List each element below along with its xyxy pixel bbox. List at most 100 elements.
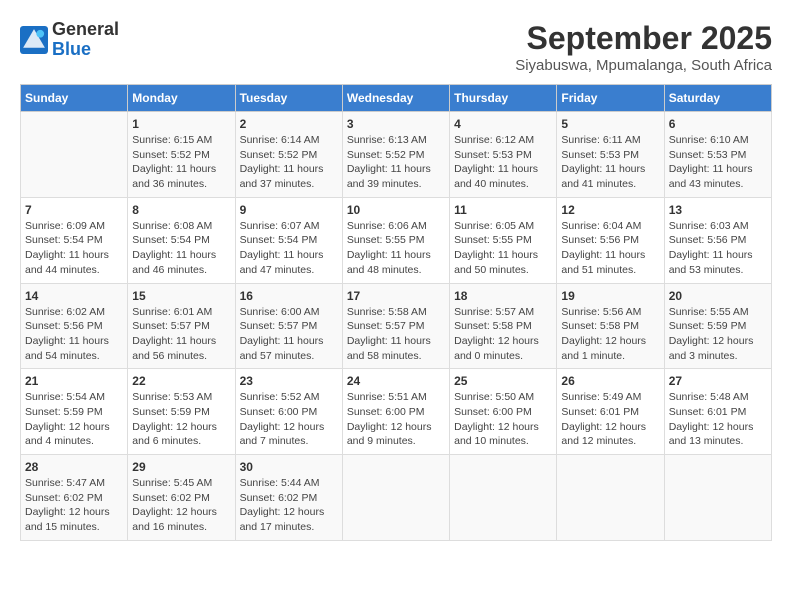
calendar-cell: 23Sunrise: 5:52 AM Sunset: 6:00 PM Dayli… xyxy=(235,369,342,455)
calendar-cell: 26 Sunrise: 5:49 AM Sunset: 6:01 PM Dayli… xyxy=(557,369,664,455)
calendar-header-row: SundayMondayTuesdayWednesdayThursdayFrid… xyxy=(21,85,772,112)
day-info: Sunrise: 6:02 AM Sunset: 5:56 PM Dayligh… xyxy=(25,305,123,364)
day-info: Sunrise: 6:07 AM Sunset: 5:54 PM Dayligh… xyxy=(240,219,338,278)
day-number: 21 xyxy=(25,374,123,388)
day-info: Sunrise: 5:44 AM Sunset: 6:02 PM Dayligh… xyxy=(240,476,338,535)
day-info: Sunrise: 6:12 AM Sunset: 5:53 PM Dayligh… xyxy=(454,133,552,192)
calendar-cell: 30 Sunrise: 5:44 AM Sunset: 6:02 PM Dayli… xyxy=(235,455,342,541)
day-number: 5 xyxy=(561,117,659,131)
day-number: 3 xyxy=(347,117,445,131)
day-number: 16 xyxy=(240,289,338,303)
logo-text: General Blue xyxy=(52,20,119,60)
calendar-cell: 15 Sunrise: 6:01 AM Sunset: 5:57 PM Dayli… xyxy=(128,283,235,369)
calendar-cell: 18Sunrise: 5:57 AM Sunset: 5:58 PM Dayli… xyxy=(450,283,557,369)
calendar-cell: 7 Sunrise: 6:09 AM Sunset: 5:54 PM Daylig… xyxy=(21,197,128,283)
day-info: Sunrise: 6:04 AM Sunset: 5:56 PM Dayligh… xyxy=(561,219,659,278)
day-info: Sunrise: 6:01 AM Sunset: 5:57 PM Dayligh… xyxy=(132,305,230,364)
day-number: 23 xyxy=(240,374,338,388)
calendar-cell xyxy=(21,112,128,198)
calendar-cell: 6 Sunrise: 6:10 AM Sunset: 5:53 PM Daylig… xyxy=(664,112,771,198)
day-info: Sunrise: 5:56 AM Sunset: 5:58 PM Dayligh… xyxy=(561,305,659,364)
day-number: 19 xyxy=(561,289,659,303)
calendar-cell: 16 Sunrise: 6:00 AM Sunset: 5:57 PM Dayli… xyxy=(235,283,342,369)
day-number: 24 xyxy=(347,374,445,388)
day-info: Sunrise: 5:50 AM Sunset: 6:00 PM Dayligh… xyxy=(454,390,552,449)
day-number: 20 xyxy=(669,289,767,303)
day-info: Sunrise: 5:58 AM Sunset: 5:57 PM Dayligh… xyxy=(347,305,445,364)
day-number: 6 xyxy=(669,117,767,131)
day-info: Sunrise: 5:54 AM Sunset: 5:59 PM Dayligh… xyxy=(25,390,123,449)
day-number: 1 xyxy=(132,117,230,131)
day-number: 14 xyxy=(25,289,123,303)
calendar-cell: 12 Sunrise: 6:04 AM Sunset: 5:56 PM Dayli… xyxy=(557,197,664,283)
calendar-cell: 3 Sunrise: 6:13 AM Sunset: 5:52 PM Daylig… xyxy=(342,112,449,198)
calendar-cell: 19 Sunrise: 5:56 AM Sunset: 5:58 PM Dayli… xyxy=(557,283,664,369)
calendar-cell: 21 Sunrise: 5:54 AM Sunset: 5:59 PM Dayli… xyxy=(21,369,128,455)
day-info: Sunrise: 6:10 AM Sunset: 5:53 PM Dayligh… xyxy=(669,133,767,192)
day-number: 15 xyxy=(132,289,230,303)
day-number: 26 xyxy=(561,374,659,388)
day-info: Sunrise: 5:49 AM Sunset: 6:01 PM Dayligh… xyxy=(561,390,659,449)
logo-general: General xyxy=(52,19,119,39)
calendar-body: 1 Sunrise: 6:15 AM Sunset: 5:52 PM Daylig… xyxy=(21,112,772,541)
day-info: Sunrise: 6:00 AM Sunset: 5:57 PM Dayligh… xyxy=(240,305,338,364)
calendar-header-sunday: Sunday xyxy=(21,85,128,112)
logo-blue: Blue xyxy=(52,39,91,59)
calendar-cell: 8Sunrise: 6:08 AM Sunset: 5:54 PM Daylig… xyxy=(128,197,235,283)
calendar-header-thursday: Thursday xyxy=(450,85,557,112)
calendar-cell: 5 Sunrise: 6:11 AM Sunset: 5:53 PM Daylig… xyxy=(557,112,664,198)
calendar-cell xyxy=(664,455,771,541)
day-info: Sunrise: 5:57 AM Sunset: 5:58 PM Dayligh… xyxy=(454,305,552,364)
calendar-header-tuesday: Tuesday xyxy=(235,85,342,112)
day-info: Sunrise: 6:03 AM Sunset: 5:56 PM Dayligh… xyxy=(669,219,767,278)
day-info: Sunrise: 6:15 AM Sunset: 5:52 PM Dayligh… xyxy=(132,133,230,192)
calendar-cell xyxy=(342,455,449,541)
day-info: Sunrise: 6:06 AM Sunset: 5:55 PM Dayligh… xyxy=(347,219,445,278)
day-number: 10 xyxy=(347,203,445,217)
logo-icon xyxy=(20,26,48,54)
calendar-cell: 10 Sunrise: 6:06 AM Sunset: 5:55 PM Dayli… xyxy=(342,197,449,283)
day-number: 8 xyxy=(132,203,230,217)
calendar-cell: 1 Sunrise: 6:15 AM Sunset: 5:52 PM Daylig… xyxy=(128,112,235,198)
calendar-cell xyxy=(557,455,664,541)
page-header: General Blue September 2025 Siyabuswa, M… xyxy=(20,20,772,74)
day-info: Sunrise: 5:47 AM Sunset: 6:02 PM Dayligh… xyxy=(25,476,123,535)
logo: General Blue xyxy=(20,20,119,60)
day-number: 9 xyxy=(240,203,338,217)
calendar-cell: 14 Sunrise: 6:02 AM Sunset: 5:56 PM Dayli… xyxy=(21,283,128,369)
subtitle: Siyabuswa, Mpumalanga, South Africa xyxy=(515,57,772,74)
day-info: Sunrise: 6:09 AM Sunset: 5:54 PM Dayligh… xyxy=(25,219,123,278)
calendar-cell: 4 Sunrise: 6:12 AM Sunset: 5:53 PM Daylig… xyxy=(450,112,557,198)
calendar-cell xyxy=(450,455,557,541)
day-info: Sunrise: 5:51 AM Sunset: 6:00 PM Dayligh… xyxy=(347,390,445,449)
calendar-cell: 17Sunrise: 5:58 AM Sunset: 5:57 PM Dayli… xyxy=(342,283,449,369)
day-info: Sunrise: 6:14 AM Sunset: 5:52 PM Dayligh… xyxy=(240,133,338,192)
calendar-header-wednesday: Wednesday xyxy=(342,85,449,112)
calendar-cell: 22Sunrise: 5:53 AM Sunset: 5:59 PM Dayli… xyxy=(128,369,235,455)
day-number: 28 xyxy=(25,460,123,474)
calendar-week-1: 1 Sunrise: 6:15 AM Sunset: 5:52 PM Daylig… xyxy=(21,112,772,198)
day-info: Sunrise: 6:13 AM Sunset: 5:52 PM Dayligh… xyxy=(347,133,445,192)
day-number: 22 xyxy=(132,374,230,388)
calendar-cell: 20 Sunrise: 5:55 AM Sunset: 5:59 PM Dayli… xyxy=(664,283,771,369)
day-number: 12 xyxy=(561,203,659,217)
calendar-week-4: 21 Sunrise: 5:54 AM Sunset: 5:59 PM Dayli… xyxy=(21,369,772,455)
day-number: 4 xyxy=(454,117,552,131)
calendar-cell: 9 Sunrise: 6:07 AM Sunset: 5:54 PM Daylig… xyxy=(235,197,342,283)
day-number: 27 xyxy=(669,374,767,388)
day-number: 13 xyxy=(669,203,767,217)
calendar-cell: 2 Sunrise: 6:14 AM Sunset: 5:52 PM Daylig… xyxy=(235,112,342,198)
calendar-header-saturday: Saturday xyxy=(664,85,771,112)
calendar-week-2: 7 Sunrise: 6:09 AM Sunset: 5:54 PM Daylig… xyxy=(21,197,772,283)
day-info: Sunrise: 5:55 AM Sunset: 5:59 PM Dayligh… xyxy=(669,305,767,364)
day-number: 7 xyxy=(25,203,123,217)
day-number: 2 xyxy=(240,117,338,131)
day-info: Sunrise: 6:11 AM Sunset: 5:53 PM Dayligh… xyxy=(561,133,659,192)
calendar-cell: 24 Sunrise: 5:51 AM Sunset: 6:00 PM Dayli… xyxy=(342,369,449,455)
day-number: 30 xyxy=(240,460,338,474)
calendar-cell: 25Sunrise: 5:50 AM Sunset: 6:00 PM Dayli… xyxy=(450,369,557,455)
main-title: September 2025 xyxy=(515,20,772,57)
calendar-cell: 27Sunrise: 5:48 AM Sunset: 6:01 PM Dayli… xyxy=(664,369,771,455)
calendar-cell: 28 Sunrise: 5:47 AM Sunset: 6:02 PM Dayli… xyxy=(21,455,128,541)
title-area: September 2025 Siyabuswa, Mpumalanga, So… xyxy=(515,20,772,74)
